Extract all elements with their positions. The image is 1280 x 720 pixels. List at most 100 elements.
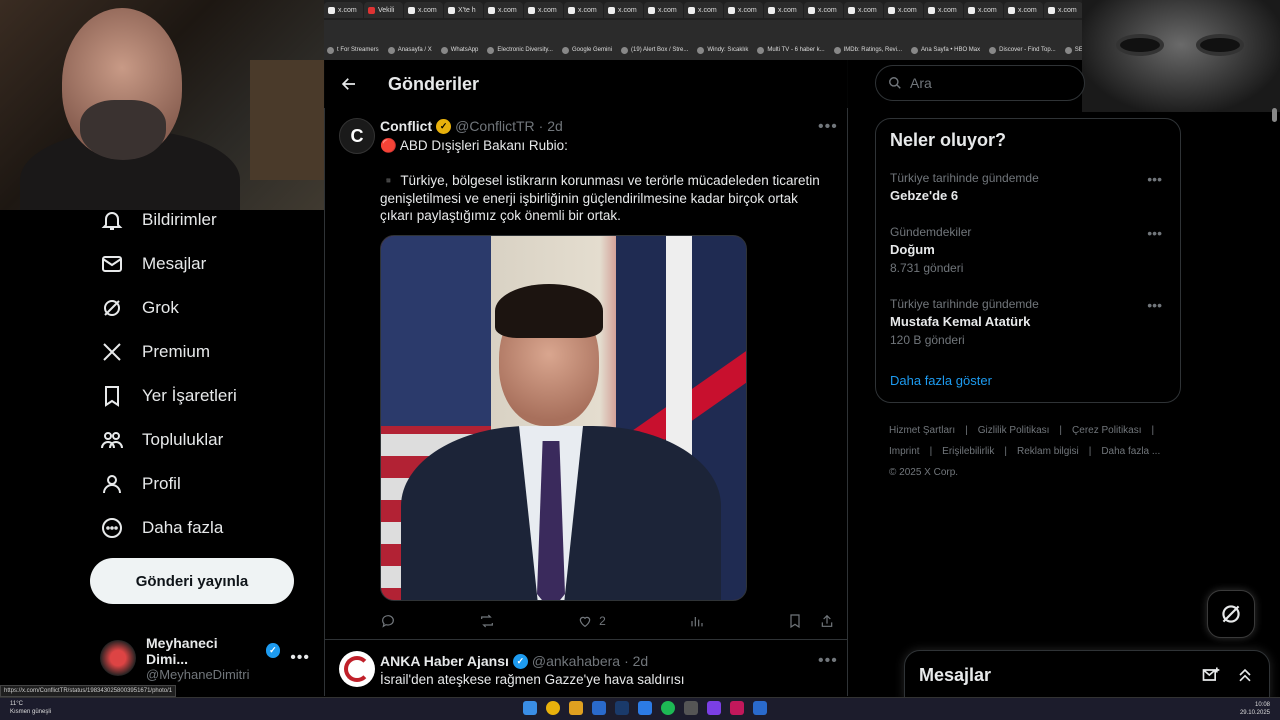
- chevron-up-double-icon[interactable]: [1235, 665, 1255, 685]
- browser-tab[interactable]: x.com: [644, 2, 683, 18]
- author-name[interactable]: ANKA Haber Ajansı: [380, 653, 509, 669]
- nav-item-premium[interactable]: Premium: [100, 330, 210, 374]
- avatar[interactable]: [339, 651, 375, 687]
- folder-icon[interactable]: [569, 701, 583, 715]
- tab-label: x.com: [658, 6, 677, 14]
- nav-item-mesajlar[interactable]: Mesajlar: [100, 242, 206, 286]
- tweet-time[interactable]: · 2d: [624, 653, 648, 669]
- app-icon[interactable]: [730, 701, 744, 715]
- footer-link[interactable]: Erişilebilirlik: [942, 446, 994, 457]
- bookmark-icon[interactable]: [787, 613, 803, 629]
- trend-more-icon[interactable]: •••: [1147, 225, 1162, 241]
- nav-item-bildirimler[interactable]: Bildirimler: [100, 198, 217, 242]
- bookmark-item[interactable]: t For Streamers: [327, 46, 379, 54]
- new-message-icon[interactable]: [1201, 665, 1221, 685]
- like-button[interactable]: 2: [577, 613, 606, 629]
- nav-item-grok[interactable]: Grok: [100, 286, 179, 330]
- browser-tab[interactable]: x.com: [964, 2, 1003, 18]
- avatar[interactable]: C: [339, 118, 375, 154]
- bookmark-favicon-icon: [561, 46, 569, 54]
- browser-tab[interactable]: x.com: [1044, 2, 1083, 18]
- footer-link[interactable]: Imprint: [889, 446, 920, 457]
- account-more-icon[interactable]: •••: [290, 649, 310, 667]
- browser-tab[interactable]: x.com: [404, 2, 443, 18]
- steam-icon[interactable]: [615, 701, 629, 715]
- author-handle[interactable]: @ConflictTR: [455, 118, 535, 134]
- footer-link[interactable]: Çerez Politikası: [1072, 425, 1141, 436]
- footer-link[interactable]: Daha fazla ...: [1101, 446, 1160, 457]
- bookmark-item[interactable]: Windy: Sıcaklık: [697, 46, 748, 54]
- scrollbar[interactable]: [1272, 108, 1277, 122]
- browser-tab[interactable]: x.com: [804, 2, 843, 18]
- app-icon[interactable]: [638, 701, 652, 715]
- nav-item-yer-i-şaretleri[interactable]: Yer İşaretleri: [100, 374, 237, 418]
- author-name[interactable]: Conflict: [380, 118, 432, 134]
- trend-item[interactable]: Gündemdekiler Doğum 8.731 gönderi •••: [890, 225, 1170, 275]
- browser-tab[interactable]: x.com: [324, 2, 363, 18]
- browser-tab[interactable]: x.com: [564, 2, 603, 18]
- bookmark-item[interactable]: (19) Alert Box / Stre...: [621, 46, 688, 54]
- tab-favicon-icon: [848, 6, 855, 14]
- nav-item-topluluklar[interactable]: Topluluklar: [100, 418, 223, 462]
- footer-link[interactable]: Reklam bilgisi: [1017, 446, 1079, 457]
- app-icon[interactable]: [707, 701, 721, 715]
- clock[interactable]: 10:08 29.10.2025: [1240, 701, 1270, 717]
- bookmark-item[interactable]: Ana Sayfa • HBO Max: [911, 46, 980, 54]
- spotify-icon[interactable]: [661, 701, 675, 715]
- trend-more-icon[interactable]: •••: [1147, 171, 1162, 187]
- address-bar[interactable]: [324, 20, 1084, 40]
- browser-tab[interactable]: x.com: [724, 2, 763, 18]
- trend-item[interactable]: Türkiye tarihinde gündemde Mustafa Kemal…: [890, 297, 1170, 347]
- nav-item-profil[interactable]: Profil: [100, 462, 181, 506]
- bookmark-item[interactable]: Anasayfa / X: [387, 46, 432, 54]
- account-switcher[interactable]: Meyhaneci Dimi... ✓ @MeyhaneDimitri •••: [100, 635, 310, 682]
- messages-drawer[interactable]: Mesajlar: [904, 650, 1270, 700]
- bookmark-item[interactable]: Multi TV - 6 haber k...: [757, 46, 825, 54]
- browser-tab[interactable]: Vekili: [364, 2, 403, 18]
- share-icon[interactable]: [819, 613, 835, 629]
- browser-tab[interactable]: x.com: [484, 2, 523, 18]
- bookmark-item[interactable]: IMDb: Ratings, Revi...: [833, 46, 902, 54]
- trend-more-icon[interactable]: •••: [1147, 297, 1162, 313]
- bookmark-item[interactable]: WhatsApp: [440, 46, 478, 54]
- author-handle[interactable]: @ankahabera: [532, 653, 620, 669]
- bookmark-item[interactable]: Electronic Diversity...: [487, 46, 553, 54]
- show-more-link[interactable]: Daha fazla göster: [890, 373, 992, 388]
- search-input[interactable]: Ara: [875, 65, 1085, 101]
- app-icon[interactable]: [684, 701, 698, 715]
- browser-tab[interactable]: x.com: [844, 2, 883, 18]
- bookmark-item[interactable]: Google Gemini: [561, 46, 612, 54]
- reply-button[interactable]: [380, 613, 396, 629]
- browser-tab[interactable]: x.com: [884, 2, 923, 18]
- tweet-time[interactable]: · 2d: [539, 118, 563, 134]
- tweet-photo[interactable]: [380, 235, 747, 601]
- repost-button[interactable]: [479, 613, 495, 629]
- views-button[interactable]: [688, 613, 704, 629]
- tweet-more-button[interactable]: •••: [818, 652, 838, 670]
- grok-button[interactable]: [1207, 590, 1255, 638]
- nav-item-daha-fazla[interactable]: Daha fazla: [100, 506, 223, 550]
- avatar: [100, 640, 136, 676]
- browser-tab[interactable]: x.com: [684, 2, 723, 18]
- bookmark-favicon-icon: [387, 46, 395, 54]
- app-icon[interactable]: [592, 701, 606, 715]
- app-icon[interactable]: [753, 701, 767, 715]
- weather-widget[interactable]: 11°C Kısmen güneşli: [10, 700, 51, 716]
- tab-favicon-icon: [648, 6, 655, 14]
- post-button[interactable]: Gönderi yayınla: [90, 558, 294, 604]
- trend-item[interactable]: Türkiye tarihinde gündemde Gebze'de 6 ••…: [890, 171, 1170, 203]
- start-icon[interactable]: [523, 701, 537, 715]
- browser-tab[interactable]: x.com: [924, 2, 963, 18]
- bookmark-item[interactable]: Discover - Find Top...: [989, 46, 1056, 54]
- footer-link[interactable]: Gizlilik Politikası: [978, 425, 1050, 436]
- chrome-icon[interactable]: [546, 701, 560, 715]
- tweet-more-button[interactable]: •••: [818, 118, 838, 136]
- back-arrow-icon[interactable]: [340, 75, 358, 93]
- tweet-header: ANKA Haber Ajansı ✓ @ankahabera · 2d: [380, 653, 648, 669]
- browser-tab[interactable]: x.com: [1004, 2, 1043, 18]
- browser-tab[interactable]: x.com: [604, 2, 643, 18]
- browser-tab[interactable]: x.com: [764, 2, 803, 18]
- browser-tab[interactable]: X'te h: [444, 2, 483, 18]
- browser-tab[interactable]: x.com: [524, 2, 563, 18]
- footer-link[interactable]: Hizmet Şartları: [889, 425, 955, 436]
